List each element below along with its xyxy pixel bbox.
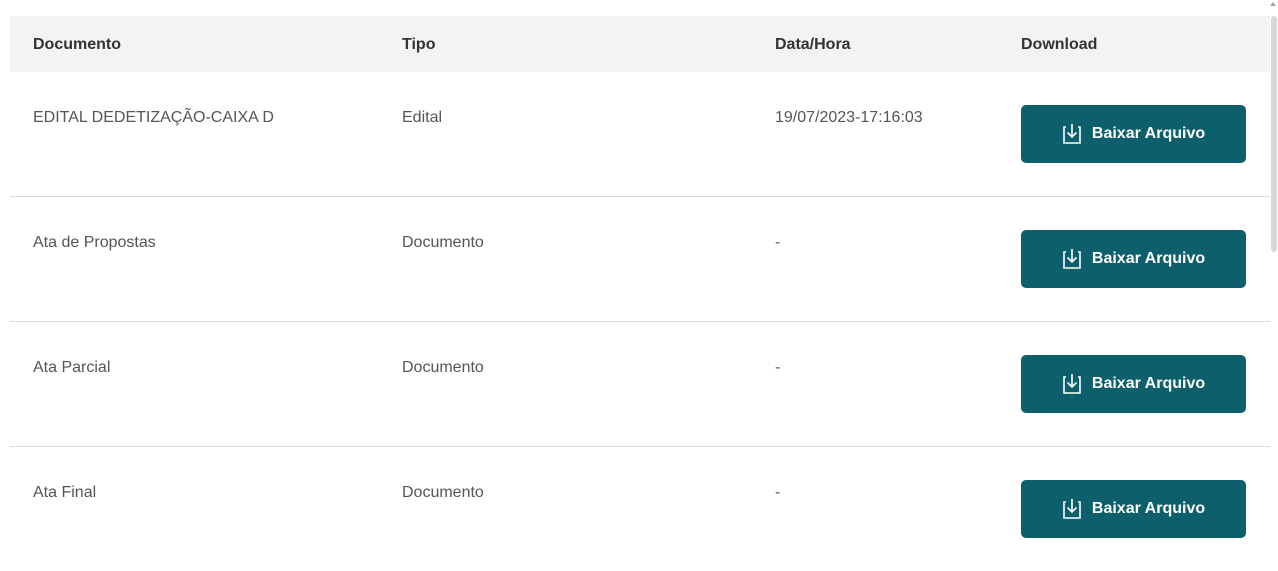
header-tipo: Tipo [402,36,436,53]
table-header: Documento Tipo Data/Hora Download [10,16,1272,72]
cell-documento: EDITAL DEDETIZAÇÃO-CAIXA D [33,109,274,126]
vertical-scrollbar[interactable] [1270,0,1278,547]
table-row: Ata Final Documento - Baixar Arquivo [10,447,1272,571]
cell-tipo: Edital [402,109,443,126]
header-download: Download [1021,36,1098,53]
download-icon [1062,373,1082,395]
cell-tipo: Documento [402,234,484,251]
download-button[interactable]: Baixar Arquivo [1021,230,1246,288]
download-icon [1062,123,1082,145]
cell-documento: Ata de Propostas [33,234,156,251]
header-documento: Documento [33,36,121,53]
table-row: Ata Parcial Documento - Baixar Arquivo [10,322,1272,447]
download-button-label: Baixar Arquivo [1091,375,1206,392]
table-row: EDITAL DEDETIZAÇÃO-CAIXA D Edital 19/07/… [10,72,1272,197]
download-button-label: Baixar Arquivo [1091,500,1206,517]
download-icon [1062,248,1082,270]
cell-data-hora: - [775,234,781,251]
cell-documento: Ata Final [33,484,97,501]
download-button[interactable]: Baixar Arquivo [1021,480,1246,538]
scroll-up-arrow-icon[interactable] [1270,2,1276,6]
documents-table: Documento Tipo Data/Hora Download EDITAL… [10,16,1272,571]
cell-data-hora: - [775,484,781,501]
download-button-label: Baixar Arquivo [1091,250,1206,267]
cell-tipo: Documento [402,484,484,501]
cell-data-hora: 19/07/2023-17:16:03 [775,109,923,126]
download-button-label: Baixar Arquivo [1091,125,1206,142]
header-data-hora: Data/Hora [775,36,851,53]
download-icon [1062,498,1082,520]
download-button[interactable]: Baixar Arquivo [1021,355,1246,413]
scrollbar-thumb[interactable] [1271,16,1277,252]
cell-data-hora: - [775,359,781,376]
cell-tipo: Documento [402,359,484,376]
download-button[interactable]: Baixar Arquivo [1021,105,1246,163]
cell-documento: Ata Parcial [33,359,111,376]
table-row: Ata de Propostas Documento - Baixar Arqu… [10,197,1272,322]
